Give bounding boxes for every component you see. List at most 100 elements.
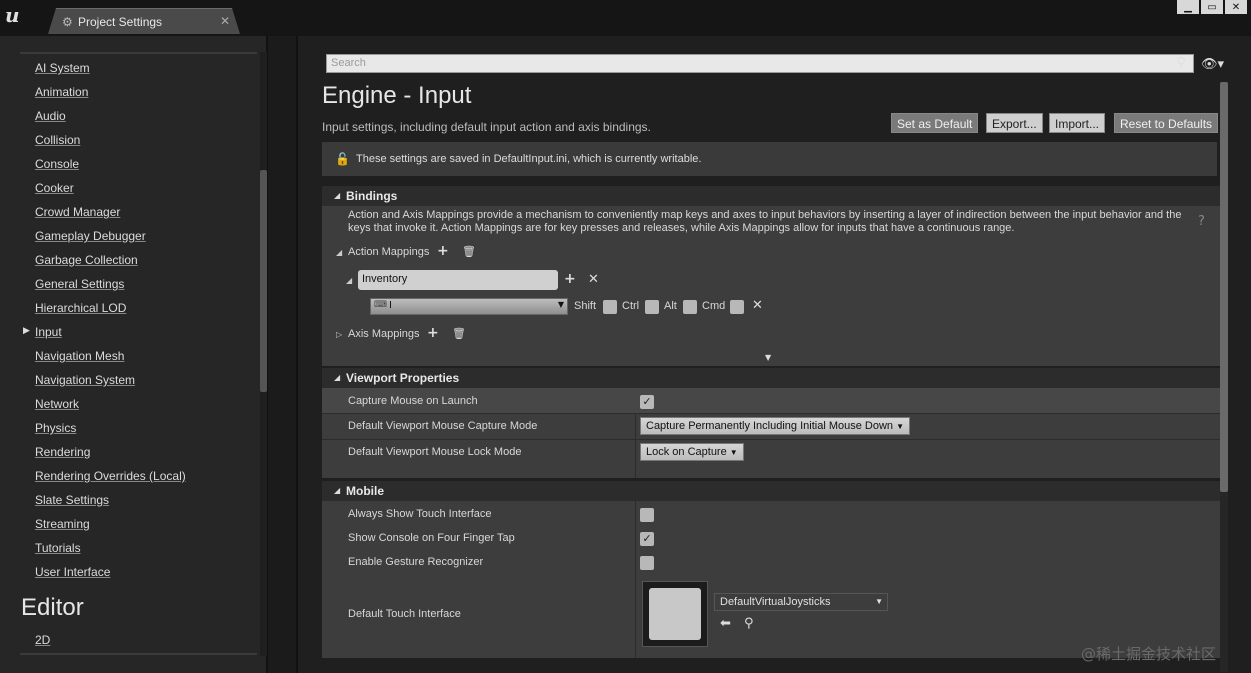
sidebar-list: AI System Animation Audio Collision Cons… bbox=[35, 60, 186, 588]
viewport-properties-section: ◢ Viewport Properties Capture Mouse on L… bbox=[322, 368, 1228, 478]
cmd-checkbox[interactable] bbox=[730, 300, 744, 314]
expand-arrow-icon[interactable]: ▷ bbox=[336, 330, 342, 339]
set-as-default-button[interactable]: Set as Default bbox=[891, 113, 979, 133]
trash-icon[interactable]: 🗑 bbox=[462, 245, 476, 258]
expand-arrow-icon[interactable]: ◢ bbox=[336, 248, 342, 257]
modifier-alt-label: Alt bbox=[664, 300, 677, 312]
capture-mouse-checkbox[interactable]: ✓ bbox=[640, 395, 654, 409]
sidebar-section-editor: Editor bbox=[21, 594, 84, 621]
axis-mappings-label: Axis Mappings bbox=[348, 328, 420, 340]
divider bbox=[20, 653, 257, 655]
add-key-icon[interactable]: + bbox=[564, 271, 576, 287]
expand-arrow-icon[interactable]: ◢ bbox=[346, 276, 352, 285]
visibility-eye-icon[interactable]: 👁▾ bbox=[1201, 57, 1224, 72]
import-button[interactable]: Import... bbox=[1049, 113, 1106, 133]
row-divider bbox=[322, 413, 1228, 414]
maximize-button[interactable]: ▭ bbox=[1201, 0, 1223, 14]
modifier-shift-label: Shift bbox=[574, 300, 597, 312]
unreal-logo-icon: u bbox=[5, 3, 20, 27]
advanced-expand-icon[interactable]: ▼ bbox=[765, 353, 771, 362]
viewport-header[interactable]: ◢ Viewport Properties bbox=[322, 368, 1228, 388]
sidebar-item-gameplay-debugger[interactable]: Gameplay Debugger bbox=[35, 228, 186, 252]
dropdown-value: Capture Permanently Including Initial Mo… bbox=[646, 420, 894, 432]
sidebar-item-physics[interactable]: Physics bbox=[35, 420, 186, 444]
sidebar-item-network[interactable]: Network bbox=[35, 396, 186, 420]
sidebar-item-general-settings[interactable]: General Settings bbox=[35, 276, 186, 300]
sidebar-item-navigation-system[interactable]: Navigation System bbox=[35, 372, 186, 396]
chevron-down-icon: ▼ bbox=[557, 300, 564, 309]
column-divider bbox=[635, 501, 636, 658]
row-divider bbox=[322, 439, 1228, 440]
sidebar-item-crowd-manager[interactable]: Crowd Manager bbox=[35, 204, 186, 228]
close-window-button[interactable]: ✕ bbox=[1225, 0, 1247, 14]
always-show-touch-checkbox[interactable] bbox=[640, 508, 654, 522]
collapse-arrow-icon: ◢ bbox=[334, 191, 341, 200]
property-label: Enable Gesture Recognizer bbox=[348, 556, 484, 568]
sidebar-item-rendering[interactable]: Rendering bbox=[35, 444, 186, 468]
property-label: Default Viewport Mouse Capture Mode bbox=[348, 420, 538, 432]
tab-project-settings[interactable]: ⚙ Project Settings ✕ bbox=[48, 8, 240, 34]
sidebar-item-tutorials[interactable]: Tutorials bbox=[35, 540, 186, 564]
show-console-checkbox[interactable]: ✓ bbox=[640, 532, 654, 546]
notice-text: These settings are saved in DefaultInput… bbox=[356, 153, 702, 165]
section-title: Mobile bbox=[346, 484, 384, 498]
chevron-down-icon: ▼ bbox=[875, 597, 883, 606]
sidebar-item-slate-settings[interactable]: Slate Settings bbox=[35, 492, 186, 516]
tab-label: Project Settings bbox=[78, 15, 163, 29]
search-icon[interactable]: ⚲ bbox=[1176, 55, 1186, 71]
mouse-lock-mode-dropdown[interactable]: Lock on Capture ▼ bbox=[640, 443, 744, 461]
shift-checkbox[interactable] bbox=[603, 300, 617, 314]
sidebar-item-animation[interactable]: Animation bbox=[35, 84, 186, 108]
sidebar-item-ai-system[interactable]: AI System bbox=[35, 60, 186, 84]
property-label: Default Touch Interface bbox=[348, 608, 461, 620]
chevron-down-icon: ▼ bbox=[896, 422, 905, 431]
mobile-header[interactable]: ◢ Mobile bbox=[322, 481, 1228, 501]
keyboard-icon: ⌨ bbox=[374, 300, 387, 310]
browse-search-icon[interactable]: ⚲ bbox=[744, 616, 754, 631]
remove-key-icon[interactable]: ✕ bbox=[752, 298, 763, 313]
property-label: Always Show Touch Interface bbox=[348, 508, 492, 520]
watermark-text: @稀土掘金技术社区 bbox=[1081, 645, 1217, 663]
sidebar-item-input[interactable]: Input bbox=[35, 324, 186, 348]
export-button[interactable]: Export... bbox=[986, 113, 1043, 133]
add-action-mapping-icon[interactable]: + bbox=[437, 243, 449, 259]
touch-interface-dropdown[interactable]: DefaultVirtualJoysticks ▼ bbox=[714, 593, 888, 611]
sidebar-scrollbar-thumb[interactable] bbox=[260, 170, 267, 392]
remove-action-icon[interactable]: ✕ bbox=[588, 272, 599, 287]
main-scrollbar-thumb[interactable] bbox=[1220, 82, 1228, 492]
reset-to-defaults-button[interactable]: Reset to Defaults bbox=[1114, 113, 1219, 133]
bindings-section: ◢ Bindings Action and Axis Mappings prov… bbox=[322, 186, 1228, 366]
action-mappings-label: Action Mappings bbox=[348, 246, 430, 258]
modifier-cmd-label: Cmd bbox=[702, 300, 726, 312]
page-title: Engine - Input bbox=[322, 82, 472, 109]
help-icon[interactable]: ? bbox=[1198, 214, 1205, 229]
search-input[interactable]: Search bbox=[326, 54, 1194, 73]
sidebar-item-hierarchical-lod[interactable]: Hierarchical LOD bbox=[35, 300, 186, 324]
trash-icon[interactable]: 🗑 bbox=[452, 327, 466, 340]
action-name-input[interactable]: Inventory bbox=[358, 270, 558, 290]
bindings-header[interactable]: ◢ Bindings bbox=[322, 186, 1228, 206]
sidebar-item-user-interface[interactable]: User Interface bbox=[35, 564, 186, 588]
tab-close-icon[interactable]: ✕ bbox=[220, 14, 230, 28]
property-label: Show Console on Four Finger Tap bbox=[348, 532, 515, 544]
add-axis-mapping-icon[interactable]: + bbox=[427, 325, 439, 341]
touch-interface-thumbnail[interactable] bbox=[642, 581, 708, 647]
mouse-capture-mode-dropdown[interactable]: Capture Permanently Including Initial Mo… bbox=[640, 417, 911, 435]
alt-checkbox[interactable] bbox=[683, 300, 697, 314]
sidebar-item-cooker[interactable]: Cooker bbox=[35, 180, 186, 204]
ctrl-checkbox[interactable] bbox=[645, 300, 659, 314]
sidebar-item-collision[interactable]: Collision bbox=[35, 132, 186, 156]
sidebar-item-rendering-overrides[interactable]: Rendering Overrides (Local) bbox=[35, 468, 186, 492]
minimize-button[interactable]: ▁ bbox=[1177, 0, 1199, 14]
sidebar-item-audio[interactable]: Audio bbox=[35, 108, 186, 132]
mobile-section: ◢ Mobile Always Show Touch Interface Sho… bbox=[322, 481, 1228, 658]
sidebar-item-garbage-collection[interactable]: Garbage Collection bbox=[35, 252, 186, 276]
key-selector[interactable]: ⌨ I ▼ bbox=[370, 298, 568, 315]
gesture-recognizer-checkbox[interactable] bbox=[640, 556, 654, 570]
sidebar-item-streaming[interactable]: Streaming bbox=[35, 516, 186, 540]
sidebar-item-console[interactable]: Console bbox=[35, 156, 186, 180]
property-label: Default Viewport Mouse Lock Mode bbox=[348, 446, 522, 458]
sidebar-item-navigation-mesh[interactable]: Navigation Mesh bbox=[35, 348, 186, 372]
use-selected-arrow-icon[interactable]: ⬅ bbox=[720, 616, 731, 631]
sidebar-item-2d[interactable]: 2D bbox=[35, 633, 50, 647]
